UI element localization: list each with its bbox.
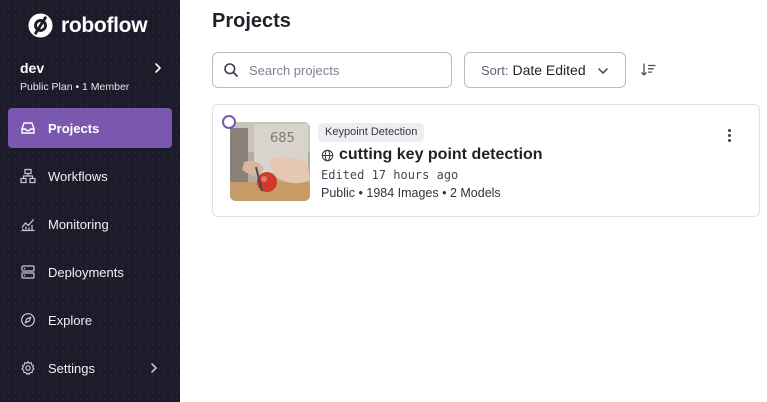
sort-prefix-label: Sort: xyxy=(481,62,509,78)
workflow-icon xyxy=(20,168,36,184)
globe-icon xyxy=(321,149,334,162)
kebab-dot xyxy=(727,133,731,137)
sidebar-item-deployments[interactable]: Deployments xyxy=(8,252,172,292)
search-box[interactable] xyxy=(212,52,452,88)
project-select-radio[interactable] xyxy=(222,115,236,129)
server-icon xyxy=(21,265,35,279)
sidebar-item-label: Projects xyxy=(48,120,100,136)
page-title: Projects xyxy=(212,10,291,32)
project-name[interactable]: cutting key point detection xyxy=(339,146,543,164)
sidebar-item-monitoring[interactable]: Monitoring xyxy=(8,204,172,244)
workspace-switcher[interactable]: dev Public Plan • 1 Member xyxy=(20,60,168,93)
monitoring-icon xyxy=(21,219,35,232)
chevron-down-icon xyxy=(598,68,608,74)
chevron-right-icon xyxy=(155,63,161,73)
sidebar-item-explore[interactable]: Explore xyxy=(8,300,172,340)
sort-value: Date Edited xyxy=(512,62,586,78)
brand-name: roboflow xyxy=(61,13,148,37)
compass-icon xyxy=(21,313,35,327)
sidebar-item-label: Monitoring xyxy=(48,216,109,232)
chevron-right-icon xyxy=(151,363,157,373)
project-type-badge: Keypoint Detection xyxy=(318,123,425,142)
project-meta: Public • 1984 Images • 2 Models xyxy=(321,186,501,200)
search-input[interactable] xyxy=(249,62,439,78)
svg-text:685: 685 xyxy=(270,131,295,146)
sidebar-item-label: Explore xyxy=(48,312,93,328)
sidebar: roboflow dev Public Plan • 1 Member Proj… xyxy=(0,0,180,402)
search-icon xyxy=(224,63,238,77)
gear-icon xyxy=(21,360,35,375)
workspace-name: dev xyxy=(20,60,45,76)
more-options-icon[interactable] xyxy=(719,125,739,145)
sidebar-item-projects[interactable]: Projects xyxy=(8,108,172,148)
sidebar-item-label: Settings xyxy=(48,360,95,376)
kebab-dot xyxy=(727,128,731,132)
project-edited-time: Edited 17 hours ago xyxy=(321,168,459,182)
project-thumbnail: 685 xyxy=(230,122,310,201)
workspace-plan: Public Plan • 1 Member xyxy=(20,81,130,93)
sidebar-item-settings[interactable]: Settings xyxy=(8,348,172,388)
sort-dropdown[interactable]: Sort: Date Edited xyxy=(464,52,626,88)
roboflow-logo-icon xyxy=(28,13,53,38)
kebab-dot xyxy=(727,138,731,142)
inbox-icon xyxy=(21,122,35,134)
sort-order-icon[interactable] xyxy=(640,62,656,78)
roboflow-logo[interactable]: roboflow xyxy=(28,13,148,38)
sidebar-item-label: Workflows xyxy=(48,168,108,184)
sidebar-item-label: Deployments xyxy=(48,264,124,280)
sidebar-item-workflows[interactable]: Workflows xyxy=(8,156,172,196)
project-card[interactable]: 685 Keypoint Detection cutting key point… xyxy=(212,104,760,217)
